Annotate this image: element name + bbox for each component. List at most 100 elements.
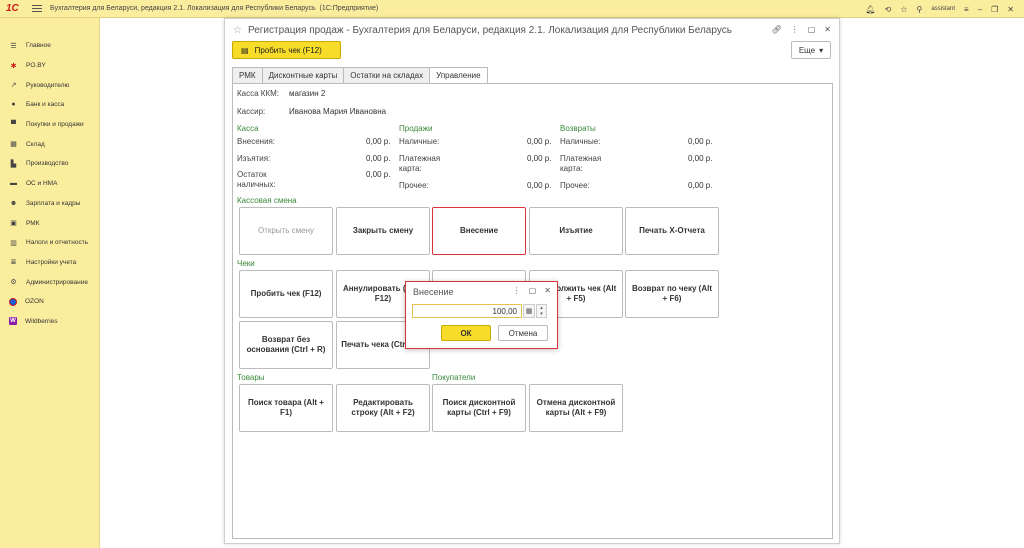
sales-card-value: 0,00 р. (527, 154, 552, 163)
people-icon: ☻ (9, 199, 18, 207)
sidebar-item-production[interactable]: ▙ Производство (0, 154, 99, 174)
restore-icon[interactable]: ❐ (991, 5, 998, 14)
returns-other-label: Прочее: (560, 181, 590, 190)
warehouse-icon: ▦ (10, 141, 17, 149)
gear-icon: ⚙ (10, 279, 17, 287)
sidebar-item-rmk[interactable]: ▣ РМК (0, 213, 99, 233)
star-icon: ✱ (10, 62, 17, 70)
returns-group-title: Возвраты (560, 124, 596, 133)
register-icon: ▣ (10, 220, 17, 228)
shift-group-title: Кассовая смена (237, 196, 297, 205)
edit-line-button[interactable]: Редактировать строку (Alt + F2) (336, 384, 430, 432)
main-menu-icon[interactable] (32, 5, 42, 12)
ok-button[interactable]: ОК (441, 325, 491, 341)
deposit-button[interactable]: Внесение (432, 207, 526, 255)
find-product-button[interactable]: Поиск товара (Alt + F1) (239, 384, 333, 432)
sidebar-item-wildberries[interactable]: W Wildberries (0, 312, 99, 332)
open-shift-button[interactable]: Открыть смену (239, 207, 333, 255)
sales-cash-value: 0,00 р. (527, 137, 552, 146)
checks-group-title: Чеки (237, 259, 255, 268)
sidebar-item-assets[interactable]: ▬ ОС и НМА (0, 174, 99, 194)
punch-check-button[interactable]: ▤ Пробить чек (F12) (232, 41, 341, 59)
returns-other-value: 0,00 р. (688, 181, 713, 190)
calculator-icon[interactable]: ▦ (523, 304, 535, 318)
user-name[interactable]: assistant (931, 6, 955, 12)
sales-cash-label: Наличные: (399, 137, 440, 146)
chevron-down-icon: ▾ (819, 45, 824, 55)
deposit-dialog: Внесение ⋮ ▢ ✕ 100,00 ▦ ▴ ▾ ОК Отмена (405, 281, 558, 349)
sidebar-item-poby[interactable]: ✱ PO.BY (0, 56, 99, 76)
header-tools: 🔔︎ ⟲ ☆ ⚲ assistant ≡ – ❐ ✕ (865, 0, 1014, 18)
menu-icon: ☰ (10, 42, 17, 50)
punch-check-big-button[interactable]: Пробить чек (F12) (239, 270, 333, 318)
sidebar-item-warehouse[interactable]: ▦ Склад (0, 134, 99, 154)
history-icon[interactable]: ⟲ (885, 5, 892, 14)
dialog-maximize-icon[interactable]: ▢ (529, 286, 537, 295)
search-icon[interactable]: ⚲ (916, 5, 922, 14)
amount-input[interactable]: 100,00 (412, 304, 522, 318)
check-print-icon: ▤ (241, 45, 249, 55)
window-maximize-icon[interactable]: ▢ (808, 25, 816, 34)
bell-icon[interactable]: 🔔︎ (865, 5, 875, 14)
cart-icon: ▀ (11, 121, 16, 129)
more-vert-icon[interactable]: ⋮ (791, 25, 799, 34)
deposits-value: 0,00 р. (366, 137, 391, 146)
cancel-button[interactable]: Отмена (498, 325, 548, 341)
cash-rest-label: Остаток наличных: (237, 170, 276, 189)
list-icon: ≣ (10, 259, 17, 267)
close-icon[interactable]: ✕ (1007, 5, 1014, 14)
more-vert-icon[interactable]: ⋮ (513, 286, 521, 295)
bank-icon: ● (11, 101, 16, 109)
sidebar-item-ozon[interactable]: OZON (0, 292, 99, 312)
deposits-label: Внесения: (237, 137, 276, 146)
settings-menu-icon[interactable]: ≡ (964, 5, 969, 14)
sidebar-item-main[interactable]: ☰ Главное (0, 36, 99, 56)
sidebar-item-purchases[interactable]: ▀ Покупки и продажи (0, 115, 99, 135)
chart-icon: ▥ (10, 239, 17, 247)
tab-discount-cards[interactable]: Дисконтные карты (261, 67, 344, 84)
wb-icon: W (9, 317, 17, 326)
returns-card-value: 0,00 р. (688, 154, 713, 163)
return-by-check-button[interactable]: Возврат по чеку (Alt + F6) (625, 270, 719, 318)
amount-stepper[interactable]: ▴ ▾ (536, 304, 547, 318)
sales-card-label: Платежная карта: (399, 154, 441, 173)
factory-icon: ▙ (10, 160, 17, 168)
sidebar-item-director[interactable]: ↗ Руководителю (0, 75, 99, 95)
stepper-down-icon[interactable]: ▾ (540, 311, 543, 317)
dialog-close-icon[interactable]: ✕ (544, 286, 551, 295)
app-logo[interactable]: 1С (6, 3, 24, 14)
returns-cash-label: Наличные: (560, 137, 601, 146)
return-without-basis-button[interactable]: Возврат без основания (Ctrl + R) (239, 321, 333, 369)
kassa-group-title: Касса (237, 124, 259, 133)
sidebar-item-taxes[interactable]: ▥ Налоги и отчетность (0, 233, 99, 253)
window-close-icon[interactable]: ✕ (824, 25, 831, 34)
sidebar-item-salary[interactable]: ☻ Зарплата и кадры (0, 194, 99, 214)
withdrawal-button[interactable]: Изъятие (529, 207, 623, 255)
close-shift-button[interactable]: Закрыть смену (336, 207, 430, 255)
cashier-label: Кассир: (237, 107, 266, 116)
sales-group-title: Продажи (399, 124, 433, 133)
more-button[interactable]: Еще ▾ (791, 41, 831, 59)
print-x-report-button[interactable]: Печать X-Отчета (625, 207, 719, 255)
sidebar-item-admin[interactable]: ⚙ Администрирование (0, 272, 99, 292)
ozon-icon (9, 297, 17, 306)
app-title: Бухгалтерия для Беларуси, редакция 2.1. … (50, 5, 379, 12)
tabs: РМК Дисконтные карты Остатки на складах … (232, 67, 488, 84)
tab-management[interactable]: Управление (429, 67, 488, 84)
kkm-value: магазин 2 (289, 89, 326, 98)
tab-stock[interactable]: Остатки на складах (343, 67, 430, 84)
kkm-label: Касса ККМ: (237, 89, 279, 98)
minimize-icon[interactable]: – (978, 5, 982, 14)
dialog-title: Внесение (413, 287, 454, 297)
sales-other-value: 0,00 р. (527, 181, 552, 190)
favorites-icon[interactable]: ☆ (900, 5, 907, 14)
tab-rmk[interactable]: РМК (232, 67, 262, 84)
sidebar-item-settings[interactable]: ≣ Настройки учета (0, 253, 99, 273)
cancel-discount-card-button[interactable]: Отмена дисконтной карты (Alt + F9) (529, 384, 623, 432)
find-discount-card-button[interactable]: Поиск дисконтной карты (Ctrl + F9) (432, 384, 526, 432)
withdrawals-value: 0,00 р. (366, 154, 391, 163)
sidebar: ☰ Главное ✱ PO.BY ↗ Руководителю ● Банк и ка… (0, 18, 100, 548)
favorite-star-icon[interactable]: ☆ (233, 25, 242, 36)
link-icon[interactable]: 🔗︎ (772, 25, 782, 34)
sidebar-item-bank[interactable]: ● Банк и касса (0, 95, 99, 115)
